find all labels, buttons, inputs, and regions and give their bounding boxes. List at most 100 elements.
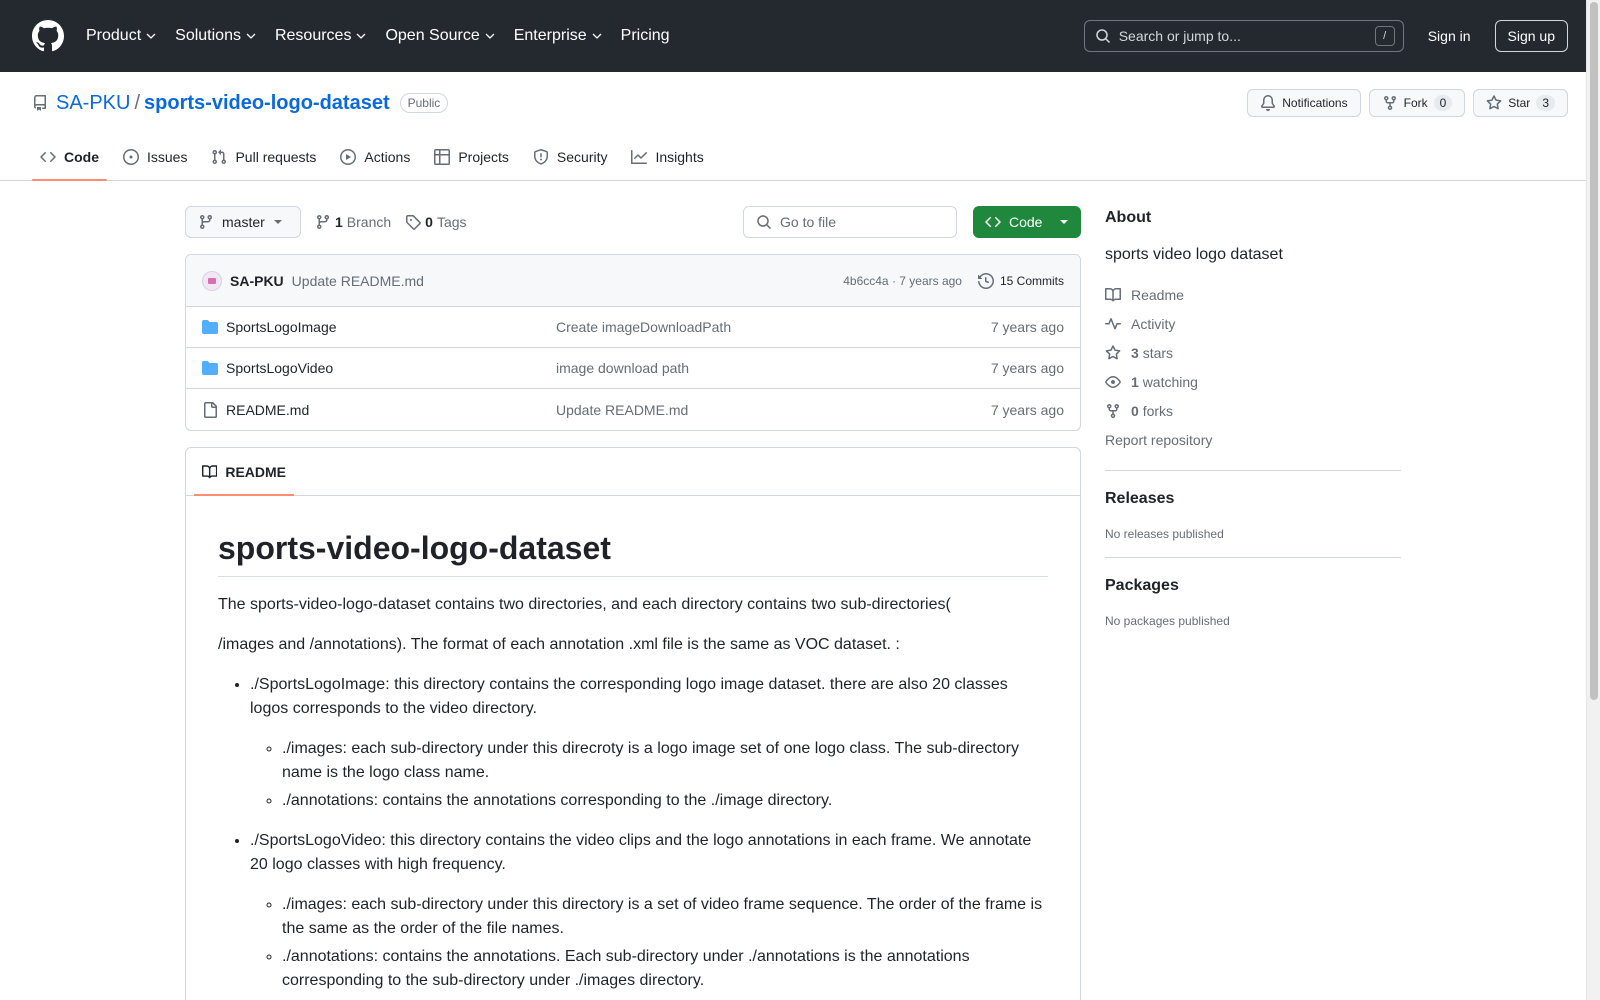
pulse-icon	[1105, 317, 1121, 329]
divider	[1105, 557, 1401, 558]
table-row[interactable]: README.md Update README.md 7 years ago	[186, 389, 1080, 430]
file-commit-link[interactable]: image download path	[556, 360, 991, 376]
play-icon	[340, 149, 357, 165]
repo-name-link[interactable]: sports-video-logo-dataset	[144, 92, 390, 115]
code-icon	[985, 216, 1001, 228]
commit-hash-time[interactable]: 4b6cc4a · 7 years ago	[843, 274, 962, 288]
page-scrollbar[interactable]	[1586, 0, 1600, 1000]
nav-label: Pricing	[620, 27, 670, 44]
branch-name: master	[222, 214, 265, 230]
nav-enterprise[interactable]: Enterprise	[514, 27, 603, 45]
global-search-input[interactable]: Search or jump to... /	[1083, 20, 1404, 52]
nav-pricing[interactable]: Pricing	[621, 27, 670, 45]
nav-label: Solutions	[175, 27, 241, 44]
file-commit-link[interactable]: Create imageDownloadPath	[556, 319, 991, 335]
activity-link[interactable]: Activity	[1105, 309, 1401, 338]
repo-path-separator: /	[134, 91, 141, 114]
fork-label: Fork	[1403, 96, 1428, 110]
table-row[interactable]: SportsLogoImage Create imageDownloadPath…	[186, 307, 1080, 348]
stars-link[interactable]: 3 stars	[1105, 338, 1401, 367]
repo-actions: Notifications Fork 0 Star 3	[1247, 89, 1568, 117]
stars-label: stars	[1142, 344, 1174, 361]
forks-count: 0	[1131, 402, 1139, 419]
search-placeholder: Search or jump to...	[1118, 28, 1241, 44]
book-icon	[1105, 287, 1121, 301]
file-list: SA-PKU Update README.md 4b6cc4a · 7 year…	[185, 254, 1081, 431]
readme-tab-label: README	[225, 463, 286, 480]
tab-code[interactable]: Code	[32, 134, 107, 181]
tag-icon	[406, 215, 421, 230]
forks-link[interactable]: 0 forks	[1105, 396, 1401, 425]
nav-label: Open Source	[385, 27, 480, 44]
tab-projects[interactable]: Projects	[426, 134, 517, 180]
list-item: ./SportsLogoVideo: this directory contai…	[250, 829, 1048, 993]
list-item: ./images: each sub-directory under this …	[282, 893, 1048, 941]
tab-pull-requests[interactable]: Pull requests	[203, 134, 324, 180]
bell-icon	[1261, 95, 1276, 111]
packages-heading[interactable]: Packages	[1105, 574, 1401, 598]
report-repository-link[interactable]: Report repository	[1105, 425, 1401, 454]
repo-tabs: Code Issues Pull requests Actions Projec…	[0, 134, 1600, 181]
repo-owner-link[interactable]: SA-PKU	[56, 92, 130, 115]
releases-heading[interactable]: Releases	[1105, 487, 1401, 511]
watching-count: 1	[1131, 373, 1139, 390]
file-name-link[interactable]: SportsLogoImage	[226, 319, 556, 335]
file-toolbar: master 1 Branch 0 Tags Go to file Code	[185, 206, 1081, 238]
chevron-down-icon	[356, 33, 366, 39]
about-heading: About	[1105, 209, 1152, 226]
table-row[interactable]: SportsLogoVideo image download path 7 ye…	[186, 348, 1080, 389]
sign-up-button[interactable]: Sign up	[1494, 20, 1568, 52]
commit-message-link[interactable]: Update README.md	[292, 273, 424, 289]
tab-readme[interactable]: README	[194, 448, 294, 496]
watchers-link[interactable]: 1 watching	[1105, 367, 1401, 396]
tab-security[interactable]: Security	[525, 134, 616, 180]
repo-header: SA-PKU / sports-video-logo-dataset Publi…	[0, 72, 1600, 181]
tab-actions[interactable]: Actions	[332, 134, 418, 180]
sign-in-link[interactable]: Sign in	[1428, 28, 1471, 44]
branch-label: Branch	[346, 214, 392, 230]
nav-open-source[interactable]: Open Source	[385, 27, 495, 45]
readme-paragraph: /images and /annotations). The format of…	[218, 636, 900, 653]
folder-icon	[202, 360, 218, 376]
branch-select-button[interactable]: master	[185, 206, 301, 238]
nav-solutions[interactable]: Solutions	[175, 27, 257, 45]
eye-icon	[1105, 375, 1121, 388]
tab-insights[interactable]: Insights	[623, 134, 711, 180]
scrollbar-thumb[interactable]	[1590, 2, 1598, 700]
file-commit-link[interactable]: Update README.md	[556, 402, 991, 418]
star-button[interactable]: Star 3	[1473, 89, 1568, 117]
global-header: Product Solutions Resources Open Source …	[0, 0, 1600, 72]
go-to-file-input[interactable]: Go to file	[743, 206, 957, 238]
about-description: sports video logo dataset	[1105, 246, 1283, 263]
commits-history-link[interactable]: 15 Commits	[977, 272, 1064, 289]
github-logo-icon[interactable]	[32, 20, 64, 52]
fork-button[interactable]: Fork 0	[1368, 89, 1466, 117]
search-icon	[1095, 28, 1111, 44]
readme-panel: README sports-video-logo-dataset The spo…	[185, 447, 1081, 1000]
branches-link[interactable]: 1 Branch	[315, 214, 391, 230]
list-item: ./SportsLogoImage: this directory contai…	[250, 673, 1048, 813]
notifications-button[interactable]: Notifications	[1247, 89, 1361, 117]
tab-issues[interactable]: Issues	[115, 134, 195, 180]
readme-title: sports-video-logo-dataset	[218, 528, 1048, 577]
issue-icon	[123, 149, 139, 165]
notifications-label: Notifications	[1282, 96, 1348, 110]
shield-icon	[533, 149, 548, 165]
file-name-link[interactable]: README.md	[226, 402, 556, 418]
code-dropdown-button[interactable]: Code	[973, 206, 1081, 238]
avatar[interactable]	[202, 270, 222, 291]
repo-sidebar: About sports video logo dataset Readme A…	[1105, 206, 1401, 644]
tab-label: Actions	[364, 149, 411, 165]
file-age: 7 years ago	[990, 401, 1064, 418]
tags-link[interactable]: 0 Tags	[405, 214, 467, 230]
commit-author-link[interactable]: SA-PKU	[230, 273, 284, 289]
list-item: ./images: each sub-directory under this …	[282, 737, 1048, 785]
readme-link[interactable]: Readme	[1105, 280, 1401, 309]
pull-request-icon	[212, 149, 227, 165]
nav-resources[interactable]: Resources	[275, 27, 367, 45]
caret-down-icon	[1060, 220, 1068, 224]
nav-product[interactable]: Product	[86, 27, 157, 45]
file-name-link[interactable]: SportsLogoVideo	[226, 360, 556, 376]
list-item-text: ./SportsLogoVideo: this directory contai…	[250, 832, 1032, 873]
readme-sublist: ./images: each sub-directory under this …	[282, 737, 1048, 813]
